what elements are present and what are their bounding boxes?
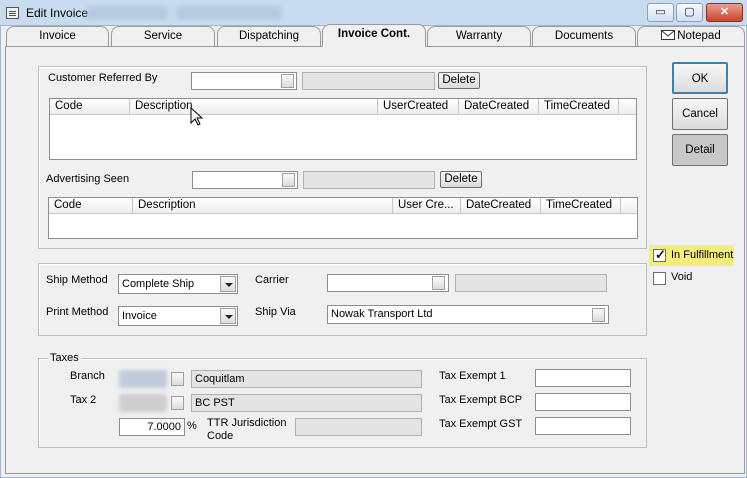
tax-exempt-1-input[interactable] xyxy=(535,369,631,387)
tab-label: Notepad xyxy=(677,30,721,42)
chevron-down-icon[interactable] xyxy=(220,276,236,292)
tax-exempt-gst-input[interactable] xyxy=(535,417,631,435)
in-fulfillment-highlight[interactable]: In Fulfillment xyxy=(649,245,734,266)
taxes-group-label: Taxes xyxy=(48,352,81,364)
tab-service[interactable]: Service xyxy=(111,26,215,46)
column-header[interactable]: Code xyxy=(50,99,130,115)
column-header[interactable]: DateCreated xyxy=(459,99,539,115)
customer-referred-grid[interactable]: Code Description UserCreated DateCreated… xyxy=(49,98,637,160)
carrier-lookup-button[interactable] xyxy=(432,276,445,290)
mouse-cursor-icon xyxy=(190,107,204,126)
ttr-jurisdiction-input[interactable] xyxy=(295,418,422,436)
tax2-lookup-button[interactable] xyxy=(171,396,184,410)
column-header[interactable]: DateCreated xyxy=(461,198,541,214)
tax2-label: Tax 2 xyxy=(70,394,97,406)
ttr-jurisdiction-label-code: Code xyxy=(207,430,234,442)
ship-via-input[interactable]: Nowak Transport Ltd xyxy=(327,305,609,324)
advertising-grid[interactable]: Code Description User Cre... DateCreated… xyxy=(48,197,638,239)
carrier-label: Carrier xyxy=(255,274,289,286)
chevron-down-icon[interactable] xyxy=(220,308,236,324)
branch-lookup-button[interactable] xyxy=(171,372,184,386)
void-checkbox[interactable] xyxy=(653,272,666,285)
maximize-button[interactable]: ▢ xyxy=(676,3,703,22)
percent-symbol: % xyxy=(187,420,197,432)
advertising-lookup-button[interactable] xyxy=(282,173,295,187)
column-header[interactable]: UserCreated xyxy=(378,99,459,115)
tax2-code-redacted[interactable] xyxy=(119,394,167,412)
column-header[interactable]: TimeCreated xyxy=(539,99,619,115)
tax-rate-input[interactable]: 7.0000 xyxy=(119,418,185,436)
advertising-description xyxy=(303,171,435,189)
tab-label: Warranty xyxy=(455,30,503,42)
detail-button[interactable]: Detail xyxy=(672,134,728,166)
app-icon xyxy=(6,7,19,19)
tax-exempt-1-label: Tax Exempt 1 xyxy=(439,370,506,382)
customer-referred-label: Customer Referred By xyxy=(48,72,158,84)
ship-via-lookup-button[interactable] xyxy=(592,308,605,322)
in-fulfillment-checkbox[interactable] xyxy=(653,247,666,263)
customer-referred-description xyxy=(302,72,435,90)
tab-notepad[interactable]: Notepad xyxy=(637,26,745,46)
ttr-jurisdiction-label: TTR Jurisdiction xyxy=(207,417,287,429)
grid-header: Code Description User Cre... DateCreated… xyxy=(49,198,637,214)
column-header[interactable]: Description xyxy=(130,99,378,115)
tax-exempt-bcp-input[interactable] xyxy=(535,393,631,411)
advertising-delete-button[interactable]: Delete xyxy=(440,171,482,188)
tab-panel-invoice-cont: Customer Referred By Delete Code Descrip… xyxy=(5,46,745,474)
branch-name: Coquitlam xyxy=(191,370,422,388)
customer-referred-delete-button[interactable]: Delete xyxy=(438,72,480,89)
tab-label: Invoice Cont. xyxy=(337,28,411,40)
advertising-seen-label: Advertising Seen xyxy=(46,173,130,185)
tab-label: Invoice xyxy=(39,30,76,42)
branch-label: Branch xyxy=(70,370,105,382)
print-method-label: Print Method xyxy=(46,306,109,318)
window-title: Edit Invoice xyxy=(26,6,89,20)
carrier-description xyxy=(455,274,607,292)
envelope-icon xyxy=(661,30,676,40)
grid-header: Code Description UserCreated DateCreated… xyxy=(50,99,636,115)
tab-invoice[interactable]: Invoice xyxy=(6,26,109,46)
minimize-button[interactable]: ▭ xyxy=(647,3,674,22)
column-header[interactable]: Description xyxy=(133,198,393,214)
tab-warranty[interactable]: Warranty xyxy=(427,26,531,46)
redacted-title-text xyxy=(176,6,282,20)
tab-documents[interactable]: Documents xyxy=(532,26,636,46)
redacted-title-text xyxy=(86,6,168,20)
carrier-input[interactable] xyxy=(327,274,449,292)
ok-button[interactable]: OK xyxy=(672,62,728,94)
tax-exempt-bcp-label: Tax Exempt BCP xyxy=(439,394,523,406)
tab-label: Service xyxy=(143,30,183,42)
column-header[interactable]: TimeCreated xyxy=(541,198,621,214)
close-button[interactable]: ✕ xyxy=(706,3,743,22)
tab-label: Dispatching xyxy=(238,30,300,42)
tab-label: Documents xyxy=(554,30,614,42)
tab-dispatching[interactable]: Dispatching xyxy=(217,26,321,46)
ship-via-label: Ship Via xyxy=(255,306,296,318)
tab-invoice-cont[interactable]: Invoice Cont. xyxy=(322,24,426,47)
tax-exempt-gst-label: Tax Exempt GST xyxy=(439,418,523,430)
column-header[interactable]: User Cre... xyxy=(393,198,461,214)
ship-method-label: Ship Method xyxy=(46,274,108,286)
customer-referred-lookup-button[interactable] xyxy=(281,74,294,88)
branch-code-redacted[interactable] xyxy=(119,370,167,388)
column-header[interactable]: Code xyxy=(49,198,133,214)
tax2-name: BC PST xyxy=(191,394,422,412)
in-fulfillment-label: In Fulfillment xyxy=(671,249,734,261)
void-label: Void xyxy=(671,271,693,283)
cancel-button[interactable]: Cancel xyxy=(672,98,728,130)
